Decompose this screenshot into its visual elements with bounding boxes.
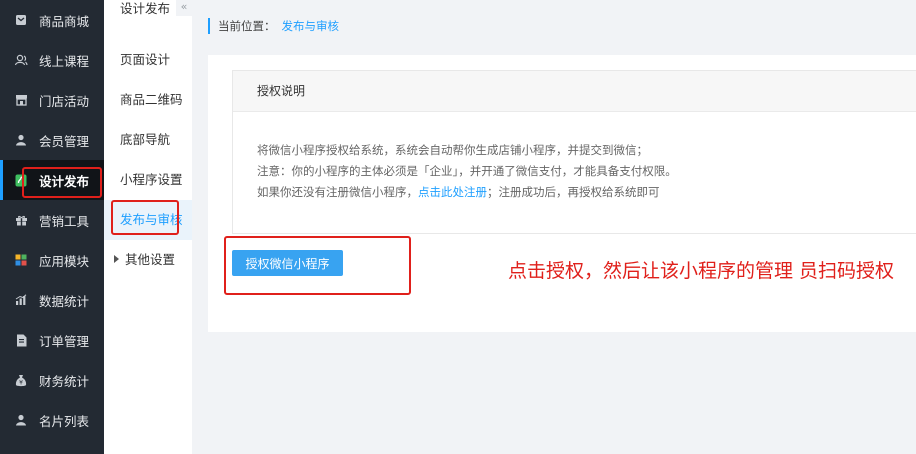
subnav-group-label: 其他设置 bbox=[125, 252, 176, 267]
subnav-item-mini-program-settings[interactable]: 小程序设置 bbox=[104, 160, 192, 200]
nav-item-orders[interactable]: 订单管理 bbox=[0, 320, 104, 360]
contact-icon bbox=[14, 413, 28, 427]
nav-label: 线上课程 bbox=[39, 53, 90, 69]
svg-text:¥: ¥ bbox=[19, 379, 23, 386]
main-sidebar: 商品商城 线上课程 门店活动 会员管理 设计发布 营销工具 应用模块 数据统计 bbox=[0, 0, 104, 454]
highlight-box-publish-review bbox=[111, 200, 179, 235]
subnav-item-product-qrcode[interactable]: 商品二维码 bbox=[104, 80, 192, 120]
nav-item-finance[interactable]: ¥ 财务统计 bbox=[0, 360, 104, 400]
subnav-group-other-settings[interactable]: 其他设置 bbox=[104, 240, 192, 280]
instruction-line-3-suffix: ；注册成功后，再授权给系统即可 bbox=[487, 185, 660, 199]
instruction-line-1: 将微信小程序授权给系统，系统会自动帮你生成店铺小程序，并提交到微信； bbox=[257, 143, 648, 157]
document-icon bbox=[14, 333, 28, 347]
card-title: 授权说明 bbox=[233, 71, 916, 112]
subnav-item-bottom-nav[interactable]: 底部导航 bbox=[104, 120, 192, 160]
nav-label: 订单管理 bbox=[39, 333, 90, 349]
nav-label: 数据统计 bbox=[39, 293, 90, 309]
nav-label: 门店活动 bbox=[39, 93, 90, 109]
nav-item-store-events[interactable]: 门店活动 bbox=[0, 80, 104, 120]
nav-item-marketing[interactable]: 营销工具 bbox=[0, 200, 104, 240]
instruction-line-3: 如果你还没有注册微信小程序，点击此处注册；注册成功后，再授权给系统即可 bbox=[257, 182, 916, 203]
user-icon bbox=[14, 133, 28, 147]
store-icon bbox=[14, 93, 28, 107]
instruction-line-2: 注意：你的小程序的主体必须是「企业」，并开通了微信支付，才能具备支付权限。 bbox=[257, 164, 677, 178]
gift-icon bbox=[14, 213, 28, 227]
apps-icon bbox=[14, 253, 28, 267]
caret-right-icon bbox=[114, 255, 119, 263]
nav-item-apps[interactable]: 应用模块 bbox=[0, 240, 104, 280]
nav-item-cards[interactable]: 名片列表 bbox=[0, 400, 104, 440]
highlight-box-authorize-button bbox=[224, 236, 411, 295]
bar-chart-icon bbox=[14, 293, 28, 307]
collapse-sidebar-icon[interactable]: « bbox=[176, 0, 192, 16]
shop-icon bbox=[14, 13, 28, 27]
instruction-line-3-prefix: 如果你还没有注册微信小程序， bbox=[257, 185, 418, 199]
highlight-box-design-publish bbox=[22, 167, 102, 198]
money-bag-icon: ¥ bbox=[14, 373, 28, 387]
users-icon bbox=[14, 53, 28, 67]
nav-label: 商品商城 bbox=[39, 13, 90, 29]
nav-label: 名片列表 bbox=[39, 413, 90, 429]
breadcrumb: 当前位置： 发布与审核 bbox=[208, 18, 339, 34]
register-link[interactable]: 点击此处注册 bbox=[418, 185, 487, 199]
authorization-card: 授权说明 将微信小程序授权给系统，系统会自动帮你生成店铺小程序，并提交到微信； … bbox=[232, 70, 916, 234]
nav-label: 财务统计 bbox=[39, 373, 90, 389]
subnav-item-page-design[interactable]: 页面设计 bbox=[104, 40, 192, 80]
nav-item-statistics[interactable]: 数据统计 bbox=[0, 280, 104, 320]
nav-item-shop[interactable]: 商品商城 bbox=[0, 0, 104, 40]
breadcrumb-current[interactable]: 发布与审核 bbox=[282, 19, 340, 33]
nav-item-courses[interactable]: 线上课程 bbox=[0, 40, 104, 80]
annotation-text: 点击授权，然后让该小程序的管理 员扫码授权 bbox=[508, 260, 895, 282]
nav-label: 会员管理 bbox=[39, 133, 90, 149]
nav-label: 营销工具 bbox=[39, 213, 90, 229]
nav-label: 应用模块 bbox=[39, 253, 90, 269]
nav-item-members[interactable]: 会员管理 bbox=[0, 120, 104, 160]
breadcrumb-prefix: 当前位置： bbox=[218, 19, 276, 33]
card-body: 将微信小程序授权给系统，系统会自动帮你生成店铺小程序，并提交到微信； 注意：你的… bbox=[233, 112, 916, 203]
